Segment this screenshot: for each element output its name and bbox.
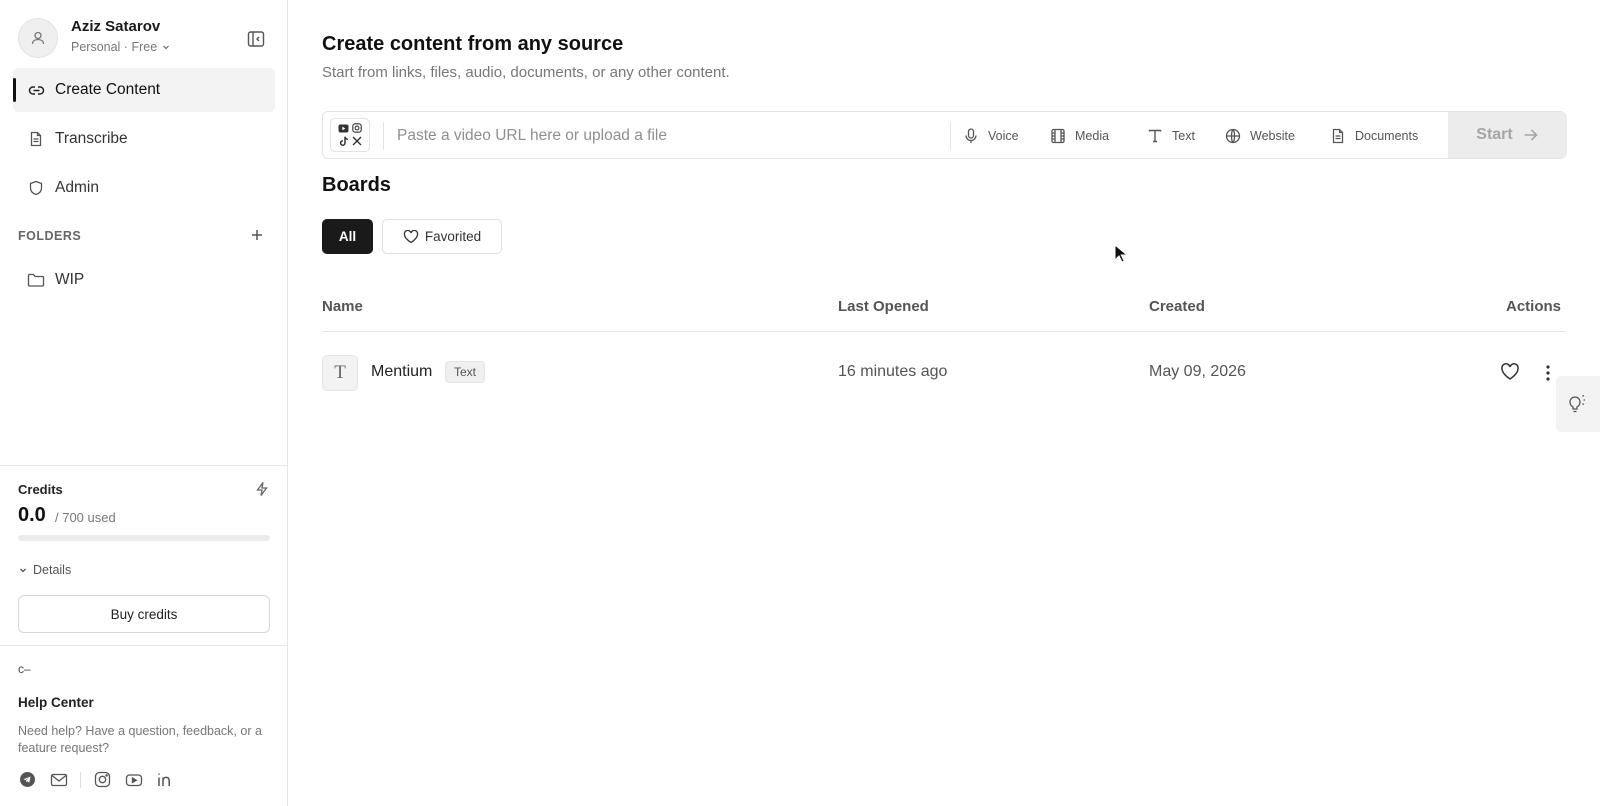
chevron-down-icon xyxy=(20,568,26,573)
x-icon xyxy=(352,136,361,146)
boards-title: Boards xyxy=(322,174,391,196)
sidebar-item-admin[interactable]: Admin xyxy=(13,166,275,210)
source-text-button[interactable]: Text xyxy=(1147,124,1195,148)
favorited-label: Favorited xyxy=(424,229,482,244)
column-header-created[interactable]: Created xyxy=(1149,298,1205,315)
document-icon xyxy=(1330,128,1346,144)
more-vertical-icon xyxy=(1546,365,1550,381)
board-last-opened: 16 minutes ago xyxy=(838,363,948,380)
help-logo: c– xyxy=(18,662,31,676)
instagram-icon[interactable] xyxy=(93,770,112,789)
heart-icon xyxy=(1501,363,1519,380)
shield-icon xyxy=(27,179,45,197)
column-header-actions: Actions xyxy=(1506,298,1562,315)
youtube-icon[interactable] xyxy=(124,770,143,789)
credits-progress-bar xyxy=(18,535,270,541)
tips-button[interactable] xyxy=(1556,376,1600,432)
help-center-panel: c– Help Center Need help? Have a questio… xyxy=(0,645,288,806)
credits-title: Credits xyxy=(18,482,63,497)
main-content: Create content from any source Start fro… xyxy=(288,0,1600,806)
folder-label: WIP xyxy=(55,271,85,288)
help-center-title: Help Center xyxy=(18,695,94,710)
favorite-board-button[interactable] xyxy=(1500,363,1520,383)
source-label: Website xyxy=(1250,129,1295,143)
film-icon xyxy=(1050,128,1066,144)
board-type-badge: Text xyxy=(445,361,486,383)
source-input-bar: Voice Media Text Website Documents xyxy=(322,111,1567,159)
source-media-button[interactable]: Media xyxy=(1050,124,1109,148)
board-created: May 09, 2026 xyxy=(1149,363,1246,380)
input-divider xyxy=(950,122,951,150)
social-divider xyxy=(80,771,81,788)
profile-switcher[interactable]: Aziz Satarov Personal · Free xyxy=(18,18,270,58)
folder-item-wip[interactable]: WIP xyxy=(13,258,275,302)
social-links xyxy=(18,770,174,789)
user-name: Aziz Satarov xyxy=(71,18,161,35)
column-header-name[interactable]: Name xyxy=(322,298,363,315)
collapse-sidebar-button[interactable] xyxy=(245,28,267,50)
credits-used-label: / 700 used xyxy=(55,510,116,525)
credits-panel: Credits 0.0 / 700 used Details Buy credi… xyxy=(0,465,288,645)
page-title: Create content from any source xyxy=(322,33,624,55)
board-more-button[interactable] xyxy=(1540,363,1556,383)
chevron-down-icon xyxy=(163,45,170,50)
user-plan-label: Personal · Free xyxy=(71,40,158,54)
source-documents-button[interactable]: Documents xyxy=(1330,124,1418,148)
help-center-description: Need help? Have a question, feedback, or… xyxy=(18,724,262,755)
source-label: Documents xyxy=(1355,129,1419,143)
mouse-cursor-icon xyxy=(1114,244,1128,263)
sidebar-item-label: Admin xyxy=(55,179,99,196)
source-label: Voice xyxy=(988,129,1019,143)
sidebar: Aziz Satarov Personal · Free Create Cont… xyxy=(0,0,288,806)
column-header-last-opened[interactable]: Last Opened xyxy=(838,298,929,315)
folders-heading: FOLDERS xyxy=(18,229,82,243)
tiktok-icon xyxy=(339,136,348,146)
platform-icons[interactable] xyxy=(330,118,370,152)
youtube-icon xyxy=(338,124,349,133)
page-subtitle: Start from links, files, audio, document… xyxy=(322,64,730,81)
source-label: Media xyxy=(1075,129,1110,143)
url-input[interactable] xyxy=(397,122,927,150)
globe-icon xyxy=(1225,128,1241,144)
text-icon xyxy=(1147,128,1163,144)
filter-all-button[interactable]: All xyxy=(322,219,373,254)
sidebar-collapse-icon xyxy=(247,31,265,47)
input-divider xyxy=(383,122,384,150)
user-icon xyxy=(31,31,45,45)
document-icon xyxy=(27,130,45,148)
credits-details-toggle[interactable]: Details xyxy=(18,563,71,577)
lightning-icon[interactable] xyxy=(254,481,270,497)
sidebar-item-create-content[interactable]: Create Content xyxy=(13,68,275,112)
source-website-button[interactable]: Website xyxy=(1225,124,1295,148)
lightbulb-icon xyxy=(1569,394,1586,413)
add-folder-button[interactable] xyxy=(248,228,266,246)
sidebar-item-label: Transcribe xyxy=(55,130,128,147)
telegram-icon[interactable] xyxy=(18,770,37,789)
start-button[interactable]: Start xyxy=(1448,112,1567,158)
buy-credits-button[interactable]: Buy credits xyxy=(18,595,270,633)
folder-icon xyxy=(27,271,45,289)
source-label: Text xyxy=(1172,129,1195,143)
board-name[interactable]: Mentium xyxy=(371,363,432,381)
details-label: Details xyxy=(33,563,72,577)
table-header-divider xyxy=(322,331,1566,332)
mail-icon[interactable] xyxy=(49,770,68,789)
start-label: Start xyxy=(1476,126,1513,143)
plus-icon xyxy=(252,230,262,240)
sidebar-item-transcribe[interactable]: Transcribe xyxy=(13,117,275,161)
credits-value: 0.0 xyxy=(18,504,46,526)
link-icon xyxy=(27,81,45,99)
arrow-right-icon xyxy=(1524,129,1538,141)
source-voice-button[interactable]: Voice xyxy=(963,124,1019,148)
user-plan: Personal · Free xyxy=(71,40,171,54)
instagram-icon xyxy=(351,123,362,133)
filter-favorited-button[interactable]: Favorited xyxy=(382,219,502,254)
text-icon: T xyxy=(322,355,358,391)
sidebar-item-label: Create Content xyxy=(55,81,161,98)
linkedin-icon[interactable] xyxy=(155,770,174,789)
microphone-icon xyxy=(963,128,979,144)
avatar xyxy=(18,18,58,58)
heart-icon xyxy=(403,229,419,243)
